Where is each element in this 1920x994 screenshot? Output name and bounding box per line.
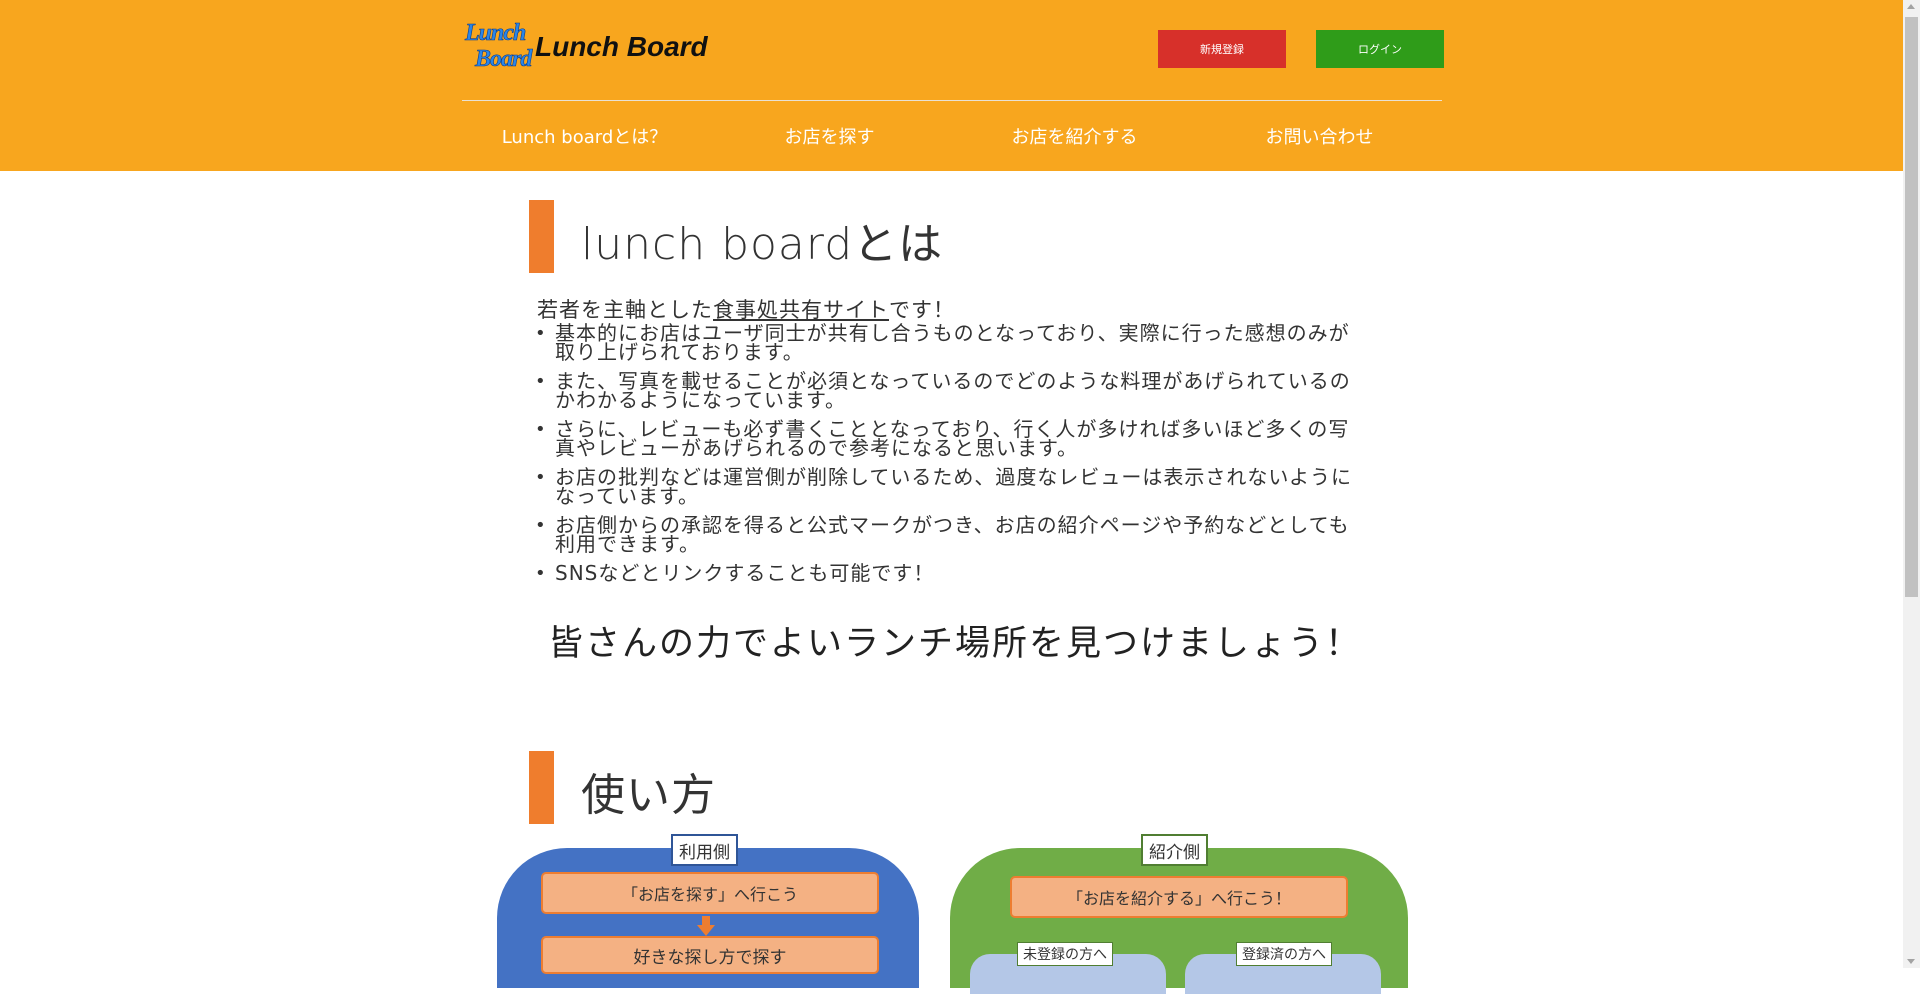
scrollbar-thumb[interactable] — [1905, 17, 1918, 597]
about-feature-list: 基本的にお店はユーザ同士が共有し合うものとなっており、実際に行った感想のみが取り… — [533, 323, 1363, 593]
unregistered-label: 未登録の方へ — [1017, 942, 1113, 966]
introducer-step-go-introduce: 「お店を紹介する」へ行こう！ — [1010, 876, 1348, 918]
intro-text-after: です！ — [889, 298, 955, 322]
page-scrollbar[interactable] — [1903, 0, 1920, 968]
nav-item-contact[interactable]: お問い合わせ — [1197, 101, 1442, 171]
logo-mark: Lunch Board — [463, 19, 535, 77]
logo-text: Lunch Board — [535, 31, 708, 62]
nav-item-introduce-shop[interactable]: お店を紹介する — [952, 101, 1197, 171]
introducer-side-label: 紹介側 — [1141, 834, 1208, 866]
scroll-up-icon[interactable] — [1907, 4, 1915, 9]
main-nav: Lunch boardとは？ お店を探す お店を紹介する お問い合わせ — [462, 101, 1442, 171]
heading-accent-bar — [529, 200, 554, 273]
list-item: SNSなどとリンクすることも可能です！ — [533, 563, 1363, 583]
login-button[interactable]: ログイン — [1316, 30, 1444, 68]
user-step-go-search: 「お店を探す」へ行こう — [541, 872, 879, 914]
list-item: また、写真を載せることが必須となっているのでどのような料理があげられているのかわ… — [533, 371, 1363, 410]
register-button[interactable]: 新規登録 — [1158, 30, 1286, 68]
about-title: lunch boardとは — [581, 219, 944, 270]
user-step-search-method: 好きな探し方で探す — [541, 936, 879, 974]
list-item: さらに、レビューも必ず書くこととなっており、行く人が多ければ多いほど多くの写真や… — [533, 419, 1363, 458]
about-intro: 若者を主軸とした食事処共有サイトです！ — [537, 294, 955, 324]
heading-accent-bar — [529, 751, 554, 824]
intro-text-before: 若者を主軸とした — [537, 298, 713, 322]
intro-link[interactable]: 食事処共有サイト — [713, 298, 889, 322]
arrow-down-icon — [697, 916, 715, 936]
introducer-side-flow: 紹介側 「お店を紹介する」へ行こう！ 未登録の方へ 登録済の方へ — [950, 834, 1408, 994]
list-item: お店側からの承認を得ると公式マークがつき、お店の紹介ページや予約などとしても利用… — [533, 515, 1363, 554]
logo-mark-board: Board — [475, 46, 533, 72]
nav-item-about[interactable]: Lunch boardとは？ — [462, 101, 707, 171]
list-item: 基本的にお店はユーザ同士が共有し合うものとなっており、実際に行った感想のみが取り… — [533, 323, 1363, 362]
user-side-label: 利用側 — [671, 834, 738, 866]
nav-item-search-shops[interactable]: お店を探す — [707, 101, 952, 171]
logo-mark-lunch: Lunch — [465, 20, 527, 46]
site-header: Lunch Board Lunch Board 新規登録 ログイン Lunch … — [0, 0, 1903, 171]
list-item: お店の批判などは運営側が削除しているため、過度なレビューは表示されないようになっ… — [533, 467, 1363, 506]
site-logo[interactable]: Lunch Board Lunch Board — [463, 19, 713, 77]
user-side-flow: 利用側 「お店を探す」へ行こう 好きな探し方で探す — [497, 834, 919, 988]
registered-label: 登録済の方へ — [1236, 942, 1332, 966]
usage-title: 使い方 — [581, 770, 716, 821]
scroll-down-icon[interactable] — [1907, 959, 1915, 964]
about-tagline: 皆さんの力でよいランチ場所を見つけましょう！ — [548, 624, 1363, 664]
